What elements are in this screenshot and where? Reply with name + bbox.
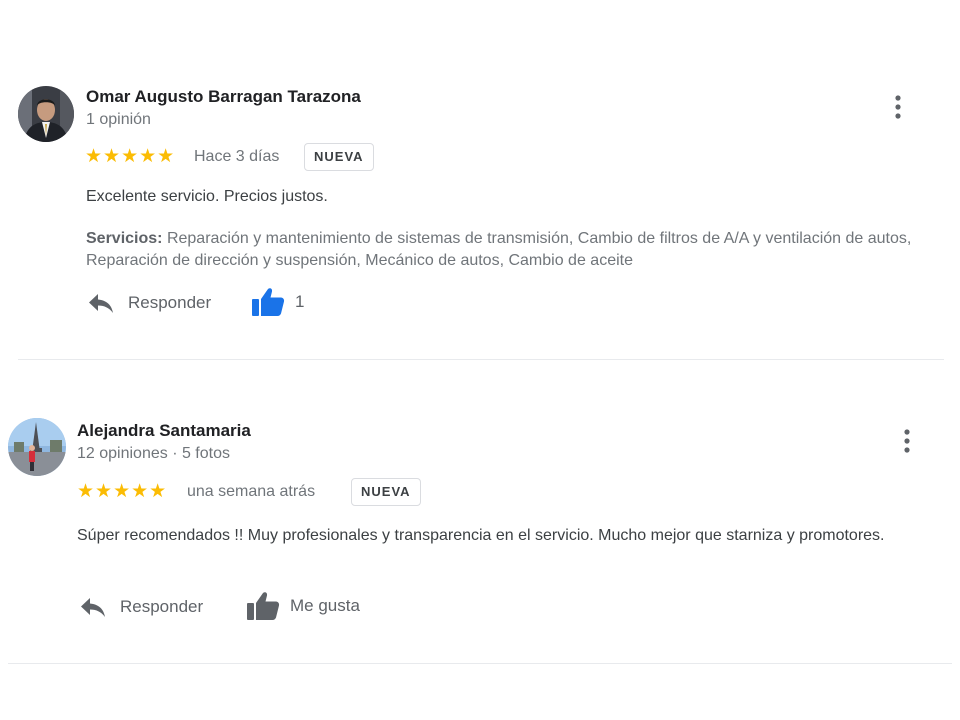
services-list: Reparación y mantenimiento de sistemas d… bbox=[86, 230, 912, 269]
more-options-icon[interactable] bbox=[886, 93, 910, 123]
star-rating: ★★★★★ bbox=[77, 481, 168, 502]
reply-button[interactable]: Responder bbox=[80, 596, 203, 618]
like-button[interactable]: 1 bbox=[251, 287, 304, 317]
review-date: una semana atrás bbox=[187, 483, 316, 500]
review-text: Excelente servicio. Precios justos. bbox=[86, 188, 328, 205]
new-badge: NUEVA bbox=[304, 143, 374, 171]
star-rating: ★★★★★ bbox=[85, 146, 176, 167]
like-label: Me gusta bbox=[290, 596, 360, 615]
reviewer-meta[interactable]: 12 opiniones · 5 fotos bbox=[77, 445, 230, 463]
reply-icon bbox=[88, 292, 114, 314]
services-label: Servicios: bbox=[86, 230, 163, 247]
review-card: Omar Augusto Barragan Tarazona 1 opinión… bbox=[0, 0, 960, 360]
like-count: 1 bbox=[295, 292, 305, 311]
avatar[interactable] bbox=[8, 418, 66, 476]
reply-label: Responder bbox=[120, 597, 204, 616]
reviewer-name[interactable]: Omar Augusto Barragan Tarazona bbox=[86, 87, 361, 107]
reply-label: Responder bbox=[128, 293, 212, 312]
new-badge: NUEVA bbox=[351, 478, 421, 506]
avatar[interactable] bbox=[18, 86, 74, 142]
thumbs-up-icon bbox=[251, 287, 285, 317]
review-services: Servicios: Reparación y mantenimiento de… bbox=[86, 228, 916, 272]
reply-button[interactable]: Responder bbox=[88, 292, 211, 314]
divider bbox=[8, 663, 952, 664]
reply-icon bbox=[80, 596, 106, 618]
review-date: Hace 3 días bbox=[194, 148, 280, 165]
reviewer-name[interactable]: Alejandra Santamaria bbox=[77, 421, 251, 441]
review-text: Súper recomendados !! Muy profesionales … bbox=[77, 527, 885, 544]
review-card: Alejandra Santamaria 12 opiniones · 5 fo… bbox=[0, 360, 960, 680]
reviewer-meta[interactable]: 1 opinión bbox=[86, 111, 151, 129]
thumbs-up-icon bbox=[246, 591, 280, 621]
like-button[interactable]: Me gusta bbox=[246, 591, 360, 621]
more-options-icon[interactable] bbox=[895, 427, 919, 457]
